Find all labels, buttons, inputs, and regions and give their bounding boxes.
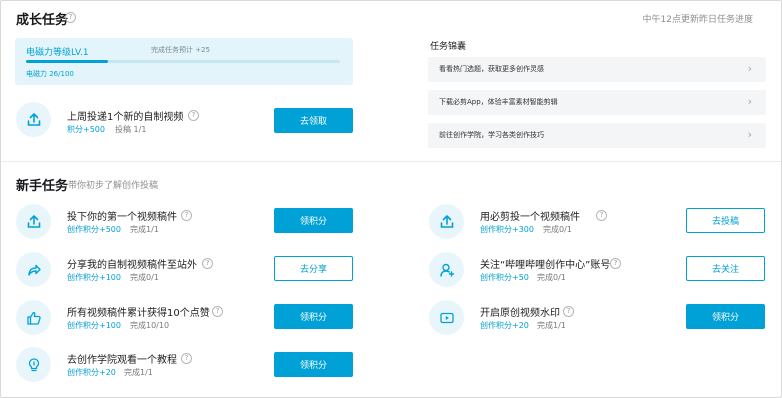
newbie-section-title: 新手任务 bbox=[16, 179, 69, 194]
task-points: 创作积分+300 bbox=[480, 225, 534, 234]
task-title: 去创作学院观看一个教程 bbox=[67, 355, 177, 366]
task-progress: 完成1/1 bbox=[124, 368, 153, 377]
help-icon[interactable]: ? bbox=[181, 210, 192, 221]
task-progress: 完成0/1 bbox=[537, 273, 566, 282]
task-progress: 完成10/10 bbox=[130, 321, 170, 330]
lightbulb-icon bbox=[16, 347, 51, 382]
task-points: 创作积分+50 bbox=[480, 273, 529, 282]
tip-label: 看看热门选题，获取更多创作灵感 bbox=[439, 65, 544, 73]
weekly-task-progress: 投稿 1/1 bbox=[115, 125, 147, 134]
share-icon bbox=[16, 252, 51, 287]
chevron-right-icon: › bbox=[747, 128, 752, 141]
task-points: 创作积分+100 bbox=[67, 273, 121, 282]
help-icon[interactable]: ? bbox=[596, 210, 607, 221]
task-title: 分享我的自制视频稿件至站外 bbox=[67, 260, 197, 271]
weekly-task-points: 积分+500 bbox=[67, 125, 105, 134]
help-icon[interactable]: ? bbox=[202, 258, 213, 269]
thumbs-up-icon bbox=[16, 300, 51, 335]
task-progress: 完成1/1 bbox=[130, 225, 159, 234]
tips-title: 任务锦囊 bbox=[430, 42, 467, 52]
claim-points-button[interactable]: 领积分 bbox=[274, 208, 353, 233]
help-icon[interactable]: ? bbox=[188, 110, 199, 121]
task-points: 创作积分+500 bbox=[67, 225, 121, 234]
tip-item-creator-academy[interactable]: 前往创作学院，学习各类创作技巧 › bbox=[428, 123, 766, 148]
follow-user-icon bbox=[429, 252, 464, 287]
task-title: 关注“哔哩哔哩创作中心”账号 bbox=[480, 260, 611, 271]
task-points: 创作积分+100 bbox=[67, 321, 121, 330]
weekly-task-title: 上周投递1个新的自制视频 bbox=[67, 112, 184, 123]
tip-label: 下载必剪App，体验丰富素材智能剪辑 bbox=[439, 98, 558, 106]
claim-points-button[interactable]: 领积分 bbox=[274, 304, 353, 329]
go-share-button[interactable]: 去分享 bbox=[274, 256, 353, 281]
level-label: 电磁力等级LV.1 bbox=[26, 48, 89, 58]
task-progress: 完成0/1 bbox=[130, 273, 159, 282]
task-title: 开启原创视频水印 bbox=[480, 308, 560, 319]
upload-icon bbox=[429, 204, 464, 239]
claim-points-button[interactable]: 领积分 bbox=[274, 352, 353, 377]
growth-section-title: 成长任务 bbox=[16, 13, 69, 28]
help-icon[interactable]: ? bbox=[563, 306, 574, 317]
tip-item-bijian-app[interactable]: 下载必剪App，体验丰富素材智能剪辑 › bbox=[428, 90, 766, 115]
task-progress: 完成1/1 bbox=[537, 321, 566, 330]
chevron-right-icon: › bbox=[747, 95, 752, 108]
refresh-note: 中午12点更新昨日任务进度 bbox=[642, 15, 753, 25]
claim-points-button[interactable]: 领积分 bbox=[686, 304, 765, 329]
claim-weekly-button[interactable]: 去领取 bbox=[274, 108, 353, 133]
tip-label: 前往创作学院，学习各类创作技巧 bbox=[439, 131, 544, 139]
task-points: 创作积分+20 bbox=[67, 368, 116, 377]
go-submit-button[interactable]: 去投稿 bbox=[686, 208, 765, 233]
level-progress-fill bbox=[26, 60, 108, 63]
help-icon[interactable]: ? bbox=[212, 306, 223, 317]
help-icon[interactable]: ? bbox=[610, 258, 621, 269]
tip-item-hot-topics[interactable]: 看看热门选题，获取更多创作灵感 › bbox=[428, 57, 766, 82]
upload-icon bbox=[16, 204, 51, 239]
level-progress-bar bbox=[26, 60, 340, 63]
level-card: 电磁力等级LV.1 完成任务预计 +25 电磁力 26/100 bbox=[15, 38, 353, 85]
help-icon[interactable]: ? bbox=[65, 12, 76, 23]
go-follow-button[interactable]: 去关注 bbox=[686, 256, 765, 281]
task-title: 投下你的第一个视频稿件 bbox=[67, 212, 177, 223]
help-icon[interactable]: ? bbox=[181, 353, 192, 364]
task-title: 用必剪投一个视频稿件 bbox=[480, 212, 580, 223]
task-points: 创作积分+20 bbox=[480, 321, 529, 330]
task-progress: 完成0/1 bbox=[543, 225, 572, 234]
level-current: 电磁力 26/100 bbox=[26, 70, 74, 78]
chevron-right-icon: › bbox=[747, 62, 752, 75]
newbie-subtitle: 带你初步了解创作投稿 bbox=[68, 181, 159, 191]
play-icon bbox=[429, 300, 464, 335]
level-tip: 完成任务预计 +25 bbox=[151, 46, 210, 54]
section-divider bbox=[1, 161, 781, 162]
upload-icon bbox=[16, 102, 51, 137]
task-title: 所有视频稿件累计获得10个点赞 bbox=[67, 308, 210, 319]
